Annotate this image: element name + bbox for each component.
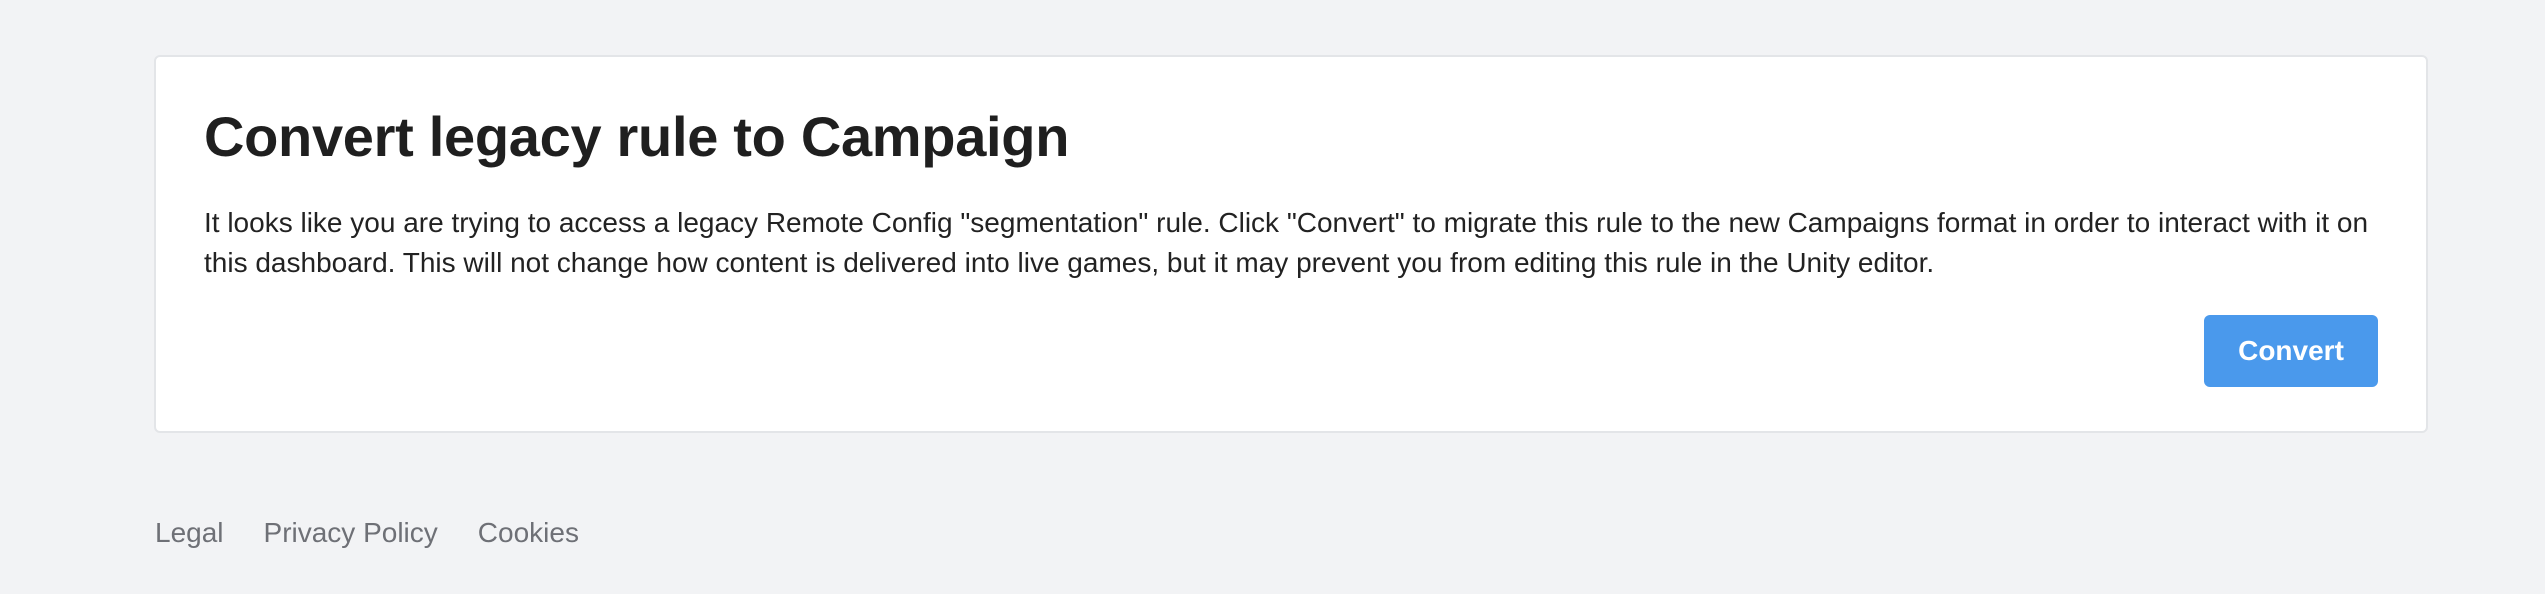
card-description: It looks like you are trying to access a…: [204, 207, 2369, 278]
convert-button[interactable]: Convert: [2204, 315, 2378, 387]
footer-links: Legal Privacy Policy Cookies: [155, 515, 579, 551]
page-title: Convert legacy rule to Campaign: [204, 105, 1070, 168]
convert-rule-card: Convert legacy rule to Campaign It looks…: [154, 55, 2428, 433]
footer-link-legal[interactable]: Legal: [155, 515, 224, 551]
footer-link-privacy-policy[interactable]: Privacy Policy: [264, 515, 438, 551]
footer-link-cookies[interactable]: Cookies: [478, 515, 579, 551]
